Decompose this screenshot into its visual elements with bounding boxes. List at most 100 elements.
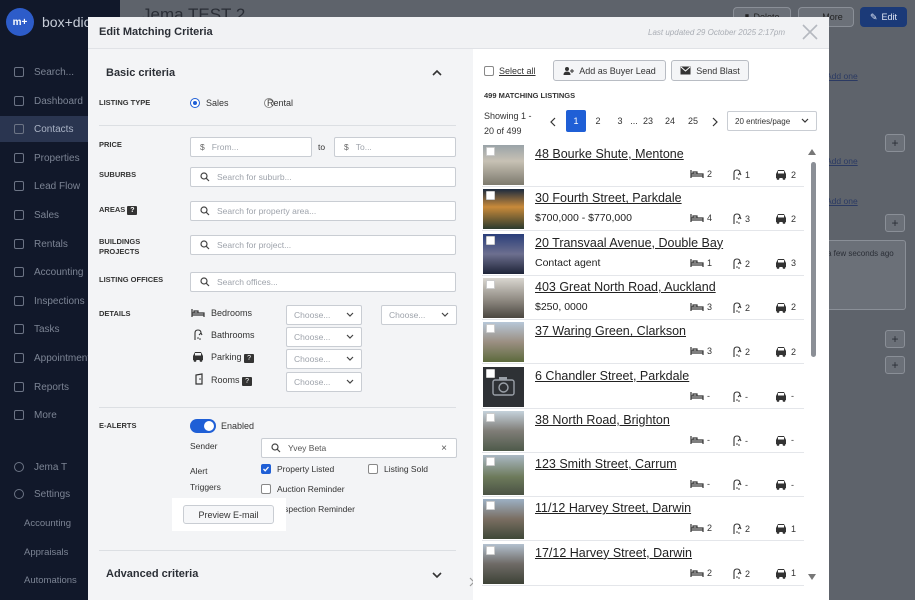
listing-row[interactable]: 37 Waring Green, Clarkson 3 2 2 [482, 320, 804, 365]
bg-add-button[interactable]: + [885, 356, 905, 374]
listing-address-link[interactable]: 403 Great North Road, Auckland [535, 280, 716, 294]
page-1[interactable]: 1 [566, 110, 586, 132]
listing-beds: 1 [690, 258, 712, 268]
listing-row[interactable]: 17/12 Harvey Street, Darwin 2 2 1 [482, 542, 804, 586]
help-icon[interactable]: ? [242, 377, 253, 386]
listing-row[interactable]: 20 Transvaal Avenue, Double Bay Contact a… [482, 232, 804, 276]
bg-add-link[interactable]: Add one [826, 196, 858, 206]
bg-add-link[interactable]: Add one [826, 156, 858, 166]
help-icon[interactable]: ? [127, 206, 138, 215]
bg-add-button[interactable]: + [885, 214, 905, 232]
listing-thumbnail[interactable] [483, 277, 524, 318]
chevron-left-icon[interactable] [550, 117, 556, 127]
chevron-down-icon [346, 334, 354, 339]
bg-add-button[interactable]: + [885, 330, 905, 348]
add-buyer-lead-button[interactable]: Add as Buyer Lead [553, 60, 666, 81]
bg-activity-time: a few seconds ago [827, 249, 894, 258]
listing-thumbnail[interactable] [483, 410, 524, 451]
listing-thumbnail[interactable] [483, 233, 524, 274]
listing-thumbnail[interactable] [483, 145, 524, 185]
entries-per-page-select[interactable]: 20 entries/page [727, 111, 817, 131]
bedrooms-max-select[interactable]: Choose... [381, 305, 457, 325]
price-from-input[interactable]: $ From... [190, 137, 312, 157]
shower-icon [733, 213, 742, 225]
listing-thumbnail[interactable] [483, 543, 524, 584]
help-icon[interactable]: ? [244, 354, 255, 363]
select-all-link[interactable]: Select all [499, 66, 536, 76]
listing-address-link[interactable]: 6 Chandler Street, Parkdale [535, 369, 689, 383]
parking-select[interactable]: Choose... [286, 349, 362, 369]
listing-row[interactable]: 11/12 Harvey Street, Darwin 2 2 1 [482, 497, 804, 542]
listing-checkbox[interactable] [486, 191, 495, 201]
listing-checkbox[interactable] [486, 457, 495, 467]
scroll-down-icon[interactable] [808, 574, 816, 580]
chevron-down-icon[interactable] [432, 570, 442, 580]
listing-thumbnail[interactable] [483, 366, 524, 407]
listing-address-link[interactable]: 123 Smith Street, Carrum [535, 457, 677, 471]
page-23[interactable]: 23 [638, 110, 658, 132]
listing-checkbox[interactable] [486, 235, 495, 245]
edit-button[interactable]: ✎ Edit [860, 7, 907, 27]
sender-input[interactable]: Yvey Beta × [261, 438, 457, 458]
bathrooms-select[interactable]: Choose... [286, 327, 362, 347]
chevron-right-icon[interactable] [712, 117, 718, 127]
ealerts-toggle[interactable] [190, 419, 216, 433]
listing-address-link[interactable]: 48 Bourke Shute, Mentone [535, 147, 684, 161]
property-listed-checkbox[interactable] [261, 464, 271, 474]
bedrooms-min-select[interactable]: Choose... [286, 305, 362, 325]
listing-row[interactable]: 48 Bourke Shute, Mentone 2 1 2 [482, 143, 804, 187]
suburb-search-input[interactable]: Search for suburb... [190, 167, 456, 187]
listing-sold-checkbox[interactable] [368, 464, 378, 474]
office-search-input[interactable]: Search offices... [190, 272, 456, 292]
clear-icon[interactable]: × [441, 443, 447, 454]
listing-address-link[interactable]: 30 Fourth Street, Parkdale [535, 191, 682, 205]
basic-criteria-heading[interactable]: Basic criteria [106, 67, 175, 79]
listing-thumbnail[interactable] [483, 455, 524, 496]
bg-add-button[interactable]: + [885, 134, 905, 152]
send-blast-button[interactable]: Send Blast [671, 60, 749, 81]
price-to-input[interactable]: $ To... [334, 137, 456, 157]
page-24[interactable]: 24 [660, 110, 680, 132]
sidebar-item-label: Inspections [34, 295, 85, 307]
scroll-up-icon[interactable] [808, 149, 816, 155]
listing-checkbox[interactable] [486, 412, 495, 422]
listing-checkbox[interactable] [486, 324, 495, 334]
listing-thumbnail[interactable] [483, 499, 524, 540]
select-all-checkbox[interactable] [484, 66, 494, 76]
close-icon[interactable] [801, 23, 819, 41]
sales-radio[interactable] [190, 98, 200, 108]
scrollbar-thumb[interactable] [811, 162, 816, 357]
advanced-criteria-heading[interactable]: Advanced criteria [106, 568, 198, 580]
listing-checkbox[interactable] [486, 279, 495, 289]
listing-row[interactable]: 38 North Road, Brighton - - - [482, 409, 804, 453]
page-2[interactable]: 2 [588, 110, 608, 132]
listing-checkbox[interactable] [486, 501, 495, 511]
brand[interactable]: m+ box+dice [6, 8, 98, 36]
page-25[interactable]: 25 [683, 110, 703, 132]
listing-beds-count: 2 [707, 523, 713, 534]
listing-address-link[interactable]: 11/12 Harvey Street, Darwin [535, 501, 691, 515]
chevron-up-icon[interactable] [432, 68, 442, 78]
listing-row[interactable]: 403 Great North Road, Auckland $250, 0000… [482, 276, 804, 320]
listing-address-link[interactable]: 20 Transvaal Avenue, Double Bay [535, 236, 723, 250]
listing-row[interactable]: 30 Fourth Street, Parkdale $700,000 - $77… [482, 187, 804, 232]
auction-reminder-checkbox[interactable] [261, 484, 271, 494]
project-search-input[interactable]: Search for project... [190, 235, 456, 255]
rooms-select[interactable]: Choose... [286, 372, 362, 392]
listing-address-link[interactable]: 17/12 Harvey Street, Darwin [535, 546, 692, 560]
listing-row[interactable]: 123 Smith Street, Carrum - - - [482, 453, 804, 498]
subnav-automations[interactable]: Automations [24, 575, 77, 586]
listing-checkbox[interactable] [486, 545, 495, 555]
area-search-input[interactable]: Search for property area... [190, 201, 456, 221]
bg-add-link[interactable]: Add one [826, 71, 858, 81]
listing-checkbox[interactable] [486, 368, 495, 378]
preview-email-button[interactable]: Preview E-mail [183, 505, 274, 524]
listing-checkbox[interactable] [486, 147, 495, 156]
listing-address-link[interactable]: 37 Waring Green, Clarkson [535, 324, 686, 338]
subnav-appraisals[interactable]: Appraisals [24, 547, 68, 558]
subnav-accounting[interactable]: Accounting [24, 518, 71, 529]
listing-thumbnail[interactable] [483, 322, 524, 363]
listing-row[interactable]: 6 Chandler Street, Parkdale - - - [482, 365, 804, 409]
listing-address-link[interactable]: 38 North Road, Brighton [535, 413, 670, 427]
listing-thumbnail[interactable] [483, 189, 524, 230]
